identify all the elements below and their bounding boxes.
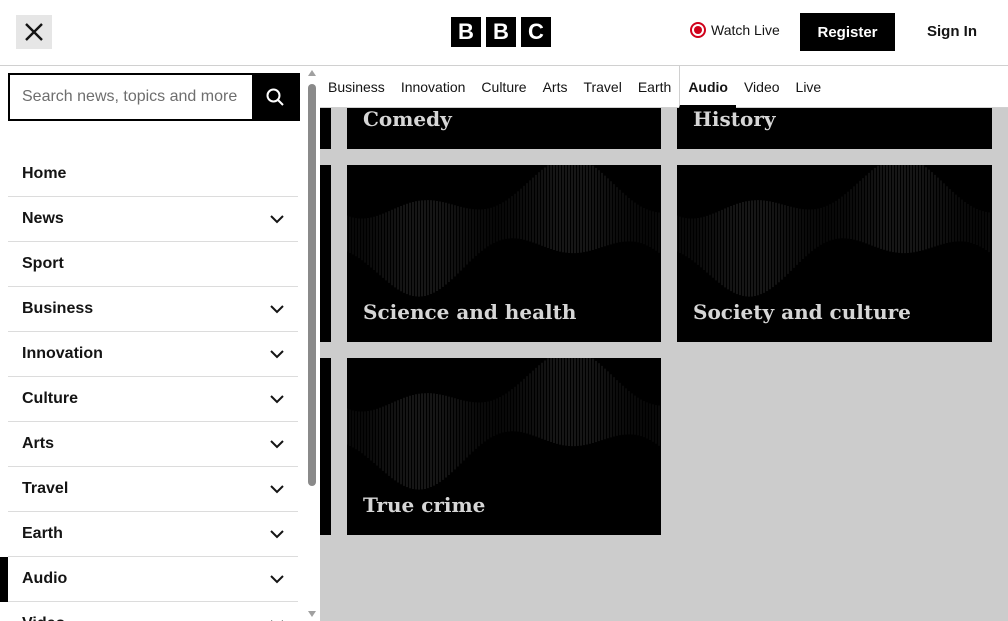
drawer-menu-item-label: Culture [22,390,78,407]
section-nav: Business Innovation Culture Arts Travel … [320,65,1008,108]
drawer-menu-item[interactable]: Innovation [8,332,298,377]
tile-title: Science and health [363,300,577,324]
drawer-menu-item-label: Travel [22,480,69,497]
search-input[interactable] [10,75,252,119]
search-icon [266,88,284,106]
drawer-menu-item[interactable]: Video [8,602,298,621]
section-nav-item[interactable]: Business [320,66,393,108]
scroll-down-arrow-icon[interactable] [308,611,316,617]
watch-live-label: Watch Live [711,22,780,38]
chevron-down-icon[interactable] [268,210,286,228]
drawer-menu-item-label: Business [22,300,94,317]
logo-letter: B [451,17,481,47]
scrollbar-thumb[interactable] [308,84,316,486]
sign-in-link[interactable]: Sign In [927,23,977,40]
drawer-menu-item-label: Innovation [22,345,103,362]
drawer-menu-item-label: Arts [22,435,55,452]
chevron-down-icon[interactable] [268,390,286,408]
chevron-down-icon[interactable] [268,570,286,588]
drawer-menu-item[interactable]: Audio [0,557,298,602]
navigation-drawer: Home News Sport Business Innovation Culture Ar… [0,66,320,621]
chevron-down-icon[interactable] [268,480,286,498]
audio-category-tile[interactable]: Comedy [347,108,661,149]
drawer-menu-item[interactable]: Business [8,287,298,332]
section-nav-item[interactable]: Innovation [393,66,474,108]
search-bar [8,73,300,121]
section-nav-item[interactable]: Travel [575,66,629,108]
chevron-down-icon[interactable] [268,525,286,543]
tile-title: Society and culture [693,300,911,324]
watch-live-link[interactable]: Watch Live [690,22,780,38]
drawer-menu-item-label: Audio [22,570,68,587]
drawer-menu-item[interactable]: News [8,197,298,242]
tile-title: Comedy [363,108,452,131]
section-nav-item[interactable]: Live [788,66,830,108]
drawer-menu-item-label: News [22,210,64,227]
close-menu-button[interactable] [16,15,52,49]
chevron-down-icon[interactable] [268,435,286,453]
scroll-up-arrow-icon[interactable] [308,70,316,76]
drawer-menu-item[interactable]: Travel [8,467,298,512]
section-nav-item[interactable]: Arts [535,66,576,108]
close-icon [25,23,43,41]
drawer-menu-item-label: Video [22,615,65,621]
chevron-down-icon[interactable] [268,345,286,363]
section-nav-item[interactable]: Earth [630,66,679,108]
audio-category-tile[interactable]: Society and culture [677,165,992,342]
logo-letter: C [521,17,551,47]
tile-title: True crime [363,493,486,517]
drawer-menu-item-label: Earth [22,525,63,542]
drawer-menu-item-label: Home [22,165,67,182]
live-indicator-icon [690,22,706,38]
scrollbar[interactable] [305,66,320,621]
site-header: B B C Watch Live Register Sign In [0,0,1008,66]
drawer-menu-item-label: Sport [22,255,64,272]
bbc-logo[interactable]: B B C [451,17,551,47]
logo-letter: B [486,17,516,47]
audio-category-tile[interactable]: History [677,108,992,149]
chevron-down-icon[interactable] [268,615,286,621]
drawer-menu: Home News Sport Business Innovation Culture Ar… [0,152,298,621]
drawer-menu-item[interactable]: Culture [8,377,298,422]
section-nav-item-active[interactable]: Audio [679,65,736,108]
section-nav-item[interactable]: Culture [473,66,534,108]
drawer-menu-item[interactable]: Home [8,152,298,197]
audio-category-tile[interactable]: Science and health [347,165,661,342]
section-nav-item[interactable]: Video [736,66,788,108]
register-button[interactable]: Register [800,13,895,51]
search-button[interactable] [252,75,298,119]
audio-category-tile[interactable]: True crime [347,358,661,535]
drawer-menu-item[interactable]: Earth [8,512,298,557]
tile-title: History [693,108,776,131]
drawer-menu-item[interactable]: Sport [8,242,298,287]
drawer-menu-item[interactable]: Arts [8,422,298,467]
chevron-down-icon[interactable] [268,300,286,318]
